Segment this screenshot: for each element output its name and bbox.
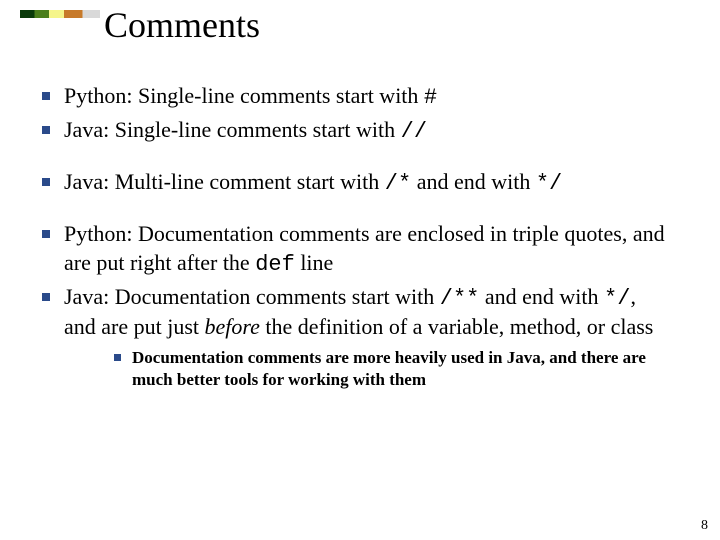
text: Java: Documentation comments start with [64,284,440,309]
title-accent-bar [20,10,100,18]
code-token: */ [536,171,562,196]
sub-bullet-list: Documentation comments are more heavily … [64,347,672,391]
code-token: */ [604,286,630,311]
page-number: 8 [701,518,708,534]
code-token: def [255,252,295,277]
list-item: Python: Documentation comments are enclo… [28,220,672,278]
list-item: Java: Multi-line comment start with /* a… [28,168,672,198]
code-token: /** [440,286,480,311]
slide-title: Comments [104,4,260,46]
list-item: Python: Single-line comments start with … [28,82,672,112]
code-token: // [401,119,427,144]
list-item: Documentation comments are more heavily … [104,347,672,391]
spacer [28,150,672,168]
text: and end with [479,284,604,309]
list-item: Java: Single-line comments start with // [28,116,672,146]
text: line [295,250,334,275]
text: the definition of a variable, method, or… [260,314,653,339]
code-token: # [424,85,437,110]
text: Java: Single-line comments start with [64,117,401,142]
italic-text: before [205,314,260,339]
text: Documentation comments are more heavily … [132,348,646,389]
slide: Comments Python: Single-line comments st… [0,0,720,540]
slide-body: Python: Single-line comments start with … [28,82,672,395]
text: and end with [411,169,536,194]
code-token: /* [385,171,411,196]
text: Python: Single-line comments start with [64,83,424,108]
spacer [28,202,672,220]
text: Python: Documentation comments are enclo… [64,221,665,274]
bullet-list: Python: Single-line comments start with … [28,82,672,391]
text: Java: Multi-line comment start with [64,169,385,194]
list-item: Java: Documentation comments start with … [28,283,672,392]
